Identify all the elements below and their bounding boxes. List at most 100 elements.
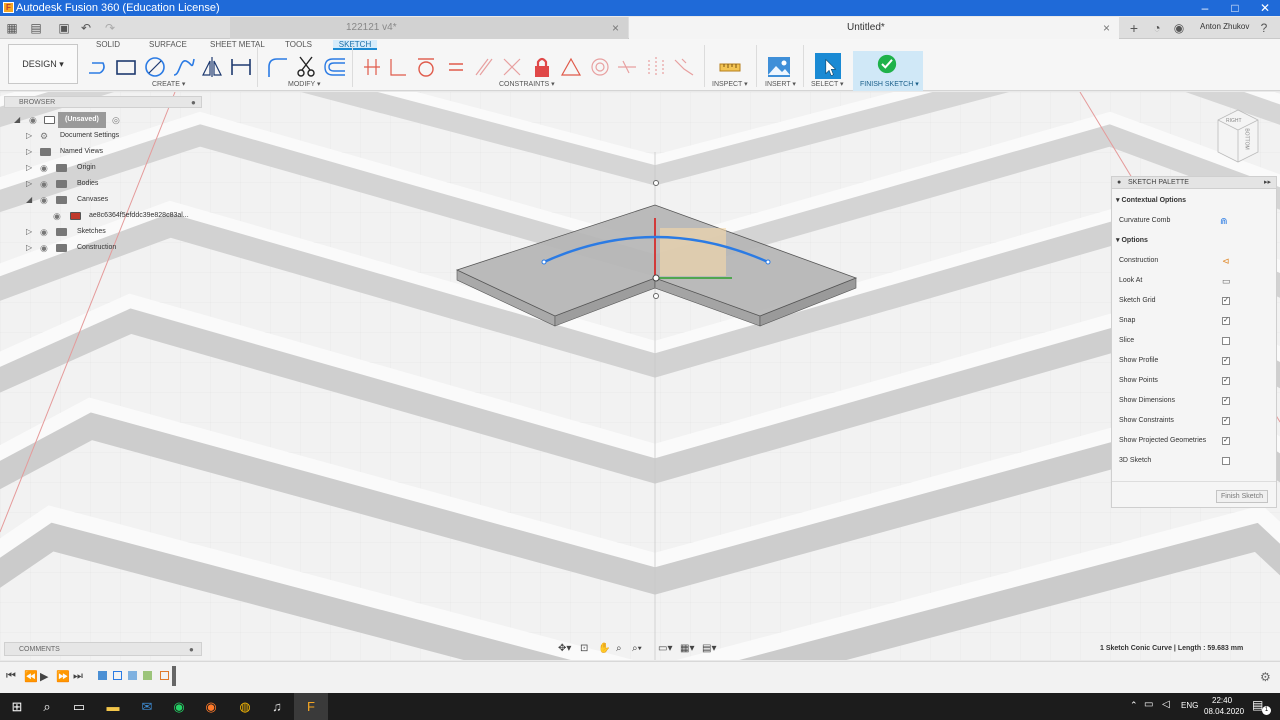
horizontal-vertical-constraint-icon[interactable]: [615, 55, 639, 79]
midpoint-constraint-icon[interactable]: [559, 55, 583, 79]
browser-item-document-settings[interactable]: ▷ ⚙ Document Settings: [4, 128, 202, 144]
dimension-tool-icon[interactable]: [229, 55, 253, 79]
windows-start-icon[interactable]: ⊞: [0, 693, 34, 720]
perpendicular-constraint-icon[interactable]: [386, 55, 410, 79]
timeline-marker[interactable]: [172, 666, 176, 686]
network-icon[interactable]: ▭: [1144, 699, 1153, 710]
collapse-panel-icon[interactable]: ●: [191, 97, 196, 108]
browser-item-canvas-image[interactable]: ◉ ae8c6364f5efddc39e828c83al...: [4, 208, 202, 224]
mail-icon[interactable]: ✉: [130, 693, 164, 720]
expand-chevron-icon[interactable]: ▷: [26, 240, 32, 256]
close-tab-icon[interactable]: ×: [612, 17, 619, 39]
browser-item-bodies[interactable]: ▷ ◉ Bodies: [4, 176, 202, 192]
activate-radio-icon[interactable]: ◎: [112, 112, 120, 128]
3d-sketch-checkbox[interactable]: [1222, 457, 1230, 465]
curve-endpoint[interactable]: [541, 259, 547, 265]
modify-menu[interactable]: MODIFY ▾: [288, 80, 321, 88]
browser-item-construction[interactable]: ▷ ◉ Construction: [4, 240, 202, 256]
whatsapp-icon[interactable]: ◉: [162, 693, 196, 720]
new-tab-plus-icon[interactable]: +: [1128, 21, 1140, 35]
show-points-checkbox[interactable]: ✓: [1222, 377, 1230, 385]
construction-point[interactable]: [653, 293, 659, 299]
system-tray-arrow-icon[interactable]: ⌃: [1130, 700, 1138, 711]
tab-sketch[interactable]: SKETCH: [333, 40, 377, 50]
maximize-button[interactable]: □: [1220, 0, 1250, 16]
look-at-icon[interactable]: ▭: [1222, 271, 1231, 291]
grid-snap-icon[interactable]: ▦▾: [680, 643, 694, 654]
visibility-eye-icon[interactable]: ◉: [29, 112, 37, 128]
tab-untitled[interactable]: Untitled* ×: [629, 17, 1119, 39]
visibility-eye-icon[interactable]: ◉: [40, 240, 48, 256]
clock-date[interactable]: 08.04.2020: [1204, 707, 1244, 716]
help-icon[interactable]: ?: [1258, 22, 1270, 34]
go-to-end-icon[interactable]: ⏭: [73, 670, 83, 683]
visibility-eye-icon[interactable]: ◉: [40, 176, 48, 192]
timeline-settings-gear-icon[interactable]: ⚙: [1260, 670, 1271, 684]
task-view-icon[interactable]: ▭: [62, 693, 96, 720]
step-back-icon[interactable]: ⏪: [24, 670, 38, 683]
step-forward-icon[interactable]: ⏩: [56, 670, 70, 683]
timeline-feature-sketch-icon[interactable]: [160, 671, 169, 680]
tab-solid[interactable]: SOLID: [96, 40, 120, 50]
expand-chevron-icon[interactable]: ▷: [26, 224, 32, 240]
insert-menu[interactable]: INSERT ▾: [765, 80, 796, 88]
browser-header[interactable]: BROWSER ●: [4, 96, 202, 108]
notifications-icon[interactable]: ◉: [1173, 22, 1185, 34]
timeline-feature-sketch-icon[interactable]: [113, 671, 122, 680]
contextual-options-header[interactable]: ▾ Contextual Options: [1112, 191, 1276, 211]
expand-arrows-icon[interactable]: ▸▸: [1264, 177, 1271, 189]
mirror-tool-icon[interactable]: [200, 55, 224, 79]
curvature-comb-icon[interactable]: ⋒: [1220, 211, 1228, 231]
chrome-icon[interactable]: ◍: [228, 693, 262, 720]
visibility-eye-icon[interactable]: ◉: [40, 160, 48, 176]
construction-point[interactable]: [653, 180, 659, 186]
fix-lock-icon[interactable]: [530, 55, 554, 79]
job-status-icon[interactable]: ◔: [1151, 22, 1163, 34]
spline-tool-icon[interactable]: [172, 55, 196, 79]
browser-item-named-views[interactable]: ▷ Named Views: [4, 144, 202, 160]
workspace-switcher-button[interactable]: DESIGN ▾: [8, 44, 78, 84]
browser-item-origin[interactable]: ▷ ◉ Origin: [4, 160, 202, 176]
select-tool-icon[interactable]: [815, 53, 841, 79]
construction-toggle-icon[interactable]: ⊲: [1222, 251, 1230, 271]
expand-chevron-icon[interactable]: ▷: [26, 144, 32, 160]
comments-panel[interactable]: COMMENTS ●: [4, 642, 202, 656]
concentric-constraint-icon[interactable]: [588, 55, 612, 79]
inspect-menu[interactable]: INSPECT ▾: [712, 80, 748, 88]
browser-item-sketches[interactable]: ▷ ◉ Sketches: [4, 224, 202, 240]
tab-surface[interactable]: SURFACE: [149, 40, 187, 50]
close-window-button[interactable]: ✕: [1250, 0, 1280, 16]
options-header[interactable]: ▾ Options: [1112, 231, 1276, 251]
show-projected-geometries-checkbox[interactable]: ✓: [1222, 437, 1230, 445]
orbit-icon[interactable]: ✥▾: [558, 643, 571, 654]
search-icon[interactable]: ⌕: [30, 693, 64, 720]
browser-item-unsaved[interactable]: ◢ ◉ (Unsaved) ◎: [4, 112, 202, 128]
itunes-icon[interactable]: ♫: [260, 693, 294, 720]
minimize-button[interactable]: –: [1190, 0, 1220, 16]
slice-checkbox[interactable]: [1222, 337, 1230, 345]
curvature-constraint-icon[interactable]: [672, 55, 696, 79]
create-menu[interactable]: CREATE ▾: [152, 80, 185, 88]
close-tab-icon[interactable]: ×: [1103, 17, 1110, 39]
save-icon[interactable]: ▣: [58, 22, 70, 34]
file-menu-icon[interactable]: ▤: [30, 22, 42, 34]
palette-pin-icon[interactable]: ●: [1117, 177, 1121, 189]
palette-finish-sketch-button[interactable]: Finish Sketch: [1216, 490, 1268, 503]
pan-hand-icon[interactable]: ✋: [598, 643, 610, 654]
constraints-menu[interactable]: CONSTRAINTS ▾: [499, 80, 555, 88]
visibility-eye-icon[interactable]: ◉: [40, 192, 48, 208]
sketch-palette-header[interactable]: ● SKETCH PALETTE ▸▸: [1112, 177, 1276, 189]
select-menu[interactable]: SELECT ▾: [811, 80, 844, 88]
curve-endpoint[interactable]: [765, 259, 771, 265]
symmetry-constraint-icon[interactable]: [644, 55, 668, 79]
measure-tool-icon[interactable]: [718, 55, 742, 79]
collinear-constraint-icon[interactable]: [500, 55, 524, 79]
show-dimensions-checkbox[interactable]: ✓: [1222, 397, 1230, 405]
offset-tool-icon[interactable]: [323, 55, 347, 79]
finish-sketch-button[interactable]: FINISH SKETCH ▾: [853, 51, 923, 91]
go-to-start-icon[interactable]: ⏮: [6, 670, 16, 683]
origin-point[interactable]: [652, 274, 660, 282]
trim-tool-icon[interactable]: [294, 55, 318, 79]
undo-icon[interactable]: ↶: [80, 22, 92, 34]
visibility-eye-icon[interactable]: ◉: [53, 208, 61, 224]
